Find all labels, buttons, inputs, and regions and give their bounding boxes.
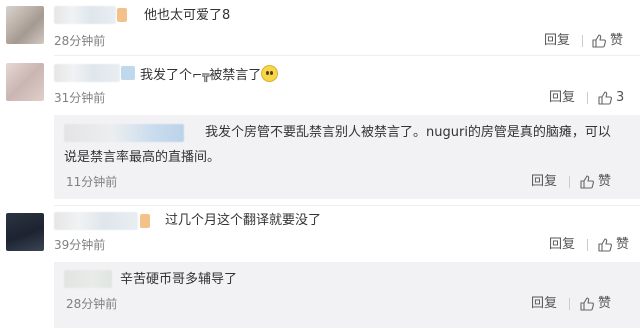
like-button[interactable]: 赞: [592, 33, 623, 49]
avatar[interactable]: [6, 6, 44, 44]
avatar[interactable]: [6, 63, 44, 101]
separator: [569, 298, 570, 310]
comment-text: 过几个月这个翻译就要没了: [165, 213, 322, 228]
like-button[interactable]: 赞: [580, 174, 611, 190]
like-count: 3: [616, 90, 625, 105]
like-label: 赞: [616, 237, 630, 252]
thumbs-up-icon: [598, 238, 612, 252]
sub-reply-text: 说是禁言率最高的直播间。: [64, 150, 221, 165]
user-badge: [121, 66, 135, 80]
comment-text: 他也太可爱了8: [144, 8, 231, 23]
sub-reply-time: 28分钟前: [66, 297, 118, 311]
like-label: 赞: [610, 33, 624, 48]
thumbs-up-icon: [598, 91, 612, 105]
username-blurred[interactable]: [64, 124, 184, 142]
like-label: 赞: [598, 296, 612, 311]
thumbs-up-icon: [580, 175, 594, 189]
comment-text: 我发了个⌐╦被禁言了: [140, 65, 279, 85]
thumbs-up-icon: [580, 297, 594, 311]
like-button[interactable]: 赞: [598, 237, 629, 253]
sub-reply-text: 辛苦硬币哥多辅导了: [120, 272, 238, 287]
separator: [587, 239, 588, 251]
user-badge: [140, 214, 150, 228]
divider: [54, 205, 640, 206]
comment-time: 39分钟前: [54, 238, 106, 252]
comment-text-part: 被禁言了: [209, 68, 262, 83]
like-label: 赞: [598, 174, 612, 189]
sub-reply-text: 我发个房管不要乱禁言别人被禁言了。nuguri的房管是真的脑瘫，可以: [205, 125, 611, 140]
divider: [54, 55, 640, 56]
username-blurred[interactable]: [54, 212, 138, 230]
username-blurred[interactable]: [54, 64, 120, 82]
comment-time: 28分钟前: [54, 34, 106, 48]
thumbs-up-icon: [592, 34, 606, 48]
avatar[interactable]: [6, 213, 44, 251]
reply-button[interactable]: 回复: [549, 237, 575, 253]
like-button[interactable]: 3: [598, 90, 624, 106]
user-badge: [117, 8, 127, 22]
comment-time: 31分钟前: [54, 91, 106, 105]
reply-button[interactable]: 回复: [531, 174, 557, 190]
comment-text-part: 我发了个: [140, 68, 193, 83]
separator: [587, 92, 588, 104]
like-button[interactable]: 赞: [580, 296, 611, 312]
separator: [569, 176, 570, 188]
reply-button[interactable]: 回复: [549, 90, 575, 106]
sub-reply-time: 11分钟前: [66, 175, 118, 189]
separator: [582, 35, 583, 47]
gun-icon: ⌐╦: [192, 68, 210, 82]
reply-button[interactable]: 回复: [531, 296, 557, 312]
emoji-icon: [261, 65, 279, 82]
username-blurred[interactable]: [64, 270, 112, 288]
username-blurred[interactable]: [54, 6, 116, 24]
reply-button[interactable]: 回复: [544, 33, 570, 49]
